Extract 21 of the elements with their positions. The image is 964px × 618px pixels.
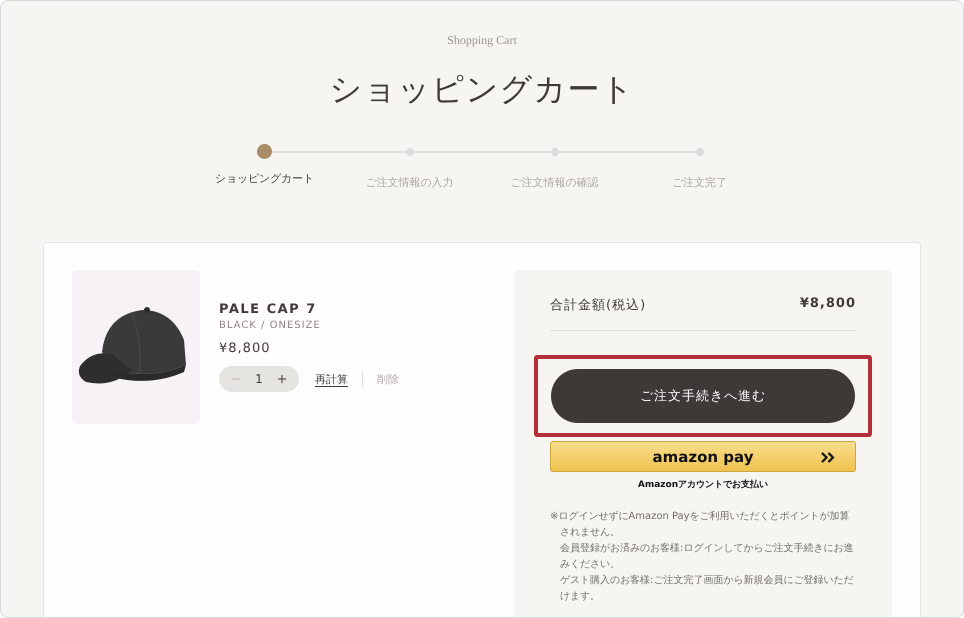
step-label: ご注文完了 xyxy=(672,175,727,190)
step-label: ショッピングカート xyxy=(215,171,314,186)
product-variant: BLACK / ONESIZE xyxy=(219,320,322,331)
product-price: ¥8,800 xyxy=(219,341,272,356)
page-subtitle: Shopping Cart xyxy=(446,33,518,48)
note-text: ※ログインせずにAmazon Payをご利用いただくとポイントが加算されません。 xyxy=(550,510,851,540)
total-value: ¥8,800 xyxy=(800,296,856,313)
recalculate-link[interactable]: 再計算 xyxy=(315,372,348,386)
total-label: 合計金額(税込) xyxy=(550,297,646,314)
product-name: PALE CAP 7 xyxy=(219,302,318,317)
quantity-value: 1 xyxy=(255,372,263,386)
amazon-pay-caption: Amazonアカウントでお支払い xyxy=(636,478,770,491)
page-title: ショッピングカート xyxy=(330,69,634,110)
note-text: 会員登録がお済みのお客様:ログインしてからご注文手続きにお進みください。 xyxy=(559,542,854,572)
amazon-pay-button[interactable]: amazon pay xyxy=(550,441,856,472)
checkout-button[interactable]: ご注文手続きへ進む xyxy=(551,369,855,423)
plus-icon[interactable] xyxy=(276,374,287,384)
double-chevron-icon xyxy=(820,452,835,463)
note-text: ゲスト購入のお客様:ご注文完了画面から新規会員にご登録いただけます。 xyxy=(559,574,854,604)
step-label: ご注文情報の確認 xyxy=(510,175,598,190)
step-label: ご注文情報の入力 xyxy=(366,175,454,190)
